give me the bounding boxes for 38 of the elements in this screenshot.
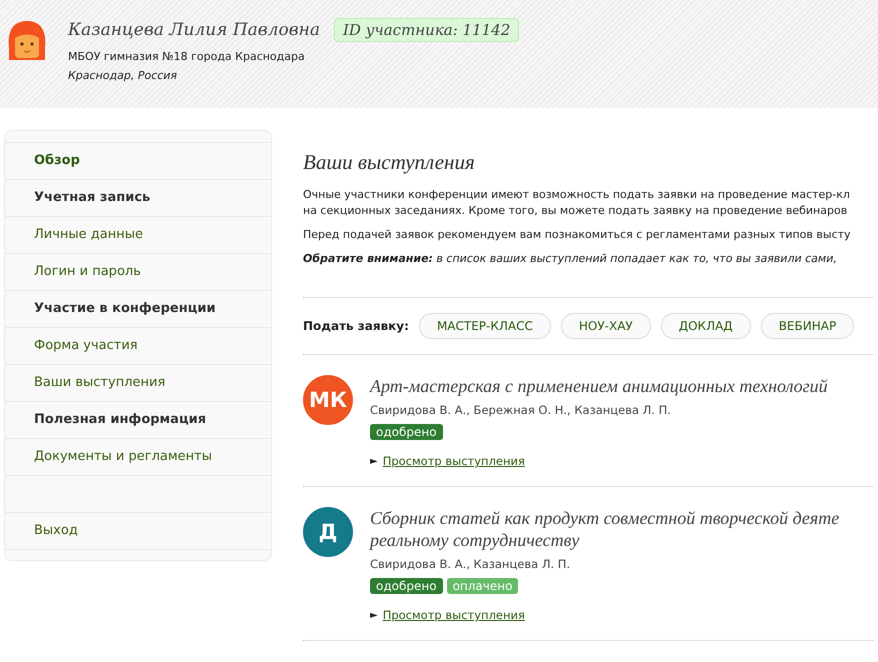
view-talk-link[interactable]: Просмотр выступления — [382, 608, 525, 622]
sidebar-link[interactable]: Обзор — [5, 142, 271, 179]
talk-title-line: реальному сотрудничеству — [370, 529, 580, 551]
apply-type-button[interactable]: ДОКЛАД — [660, 313, 751, 339]
intro-text-line: на секционных заседаниях. Кроме того, вы можете подать заявку на проведение вебинаров — [303, 203, 848, 219]
participant-id-badge: ID участника: 11142 — [334, 18, 520, 42]
expand-toggle[interactable]: ► — [370, 610, 378, 620]
sidebar-section-heading: Полезная информация — [5, 401, 271, 438]
talk-authors: Свиридова В. А., Казанцева Л. П. — [370, 557, 572, 571]
talk-title-line: Сборник статей как продукт совместной творческой деяте — [370, 507, 840, 529]
sidebar-link[interactable]: Документы и регламенты — [5, 438, 271, 475]
location-text: Краснодар, Россия — [68, 69, 178, 82]
page-title: Ваши выступления — [303, 150, 476, 175]
sidebar-link[interactable]: Личные данные — [5, 216, 271, 253]
sidebar-link[interactable]: Ваши выступления — [5, 364, 271, 401]
apply-type-button[interactable]: ВЕБИНАР — [760, 313, 854, 339]
sidebar-section-heading: Участие в конференции — [5, 290, 271, 327]
status-badge: оплачено — [446, 578, 518, 594]
talk-authors: Свиридова В. А., Бережная О. Н., Казанцева Л. П. — [370, 403, 672, 417]
talk-title-line: Арт-мастерская с применением анимационных технологий — [370, 375, 828, 397]
note-text: Обратите внимание: в список ваших выступлений попадает как то, что вы заявили сами, — [303, 251, 837, 267]
recommendation-text: Перед подачей заявок рекомендуем вам познакомиться с регламентами разных типов высту — [303, 227, 851, 243]
status-badge: одобрено — [370, 578, 443, 594]
sidebar-section-heading: Учетная запись — [5, 179, 271, 216]
apply-type-button[interactable]: МАСТЕР-КЛАСС — [418, 313, 551, 339]
organization-text: МБОУ гимназия №18 города Краснодара — [68, 50, 306, 63]
apply-type-button[interactable]: НОУ-ХАУ — [560, 313, 651, 339]
sidebar-link[interactable]: Логин и пароль — [5, 253, 271, 290]
talk-avatar: Д — [303, 507, 353, 557]
status-badge: одобрено — [370, 424, 443, 440]
view-talk-link[interactable]: Просмотр выступления — [382, 454, 525, 468]
expand-toggle[interactable]: ► — [370, 456, 378, 466]
talk-avatar: МК — [303, 375, 353, 425]
sidebar-link[interactable]: Выход — [5, 512, 271, 550]
intro-text-line: Очные участники конференции имеют возможность подать заявки на проведение мастер-кл — [303, 187, 850, 203]
apply-label: Подать заявку: — [303, 319, 409, 333]
sidebar-link[interactable]: Форма участия — [5, 327, 271, 364]
participant-name: Казанцева Лилия Павловна — [68, 20, 320, 40]
